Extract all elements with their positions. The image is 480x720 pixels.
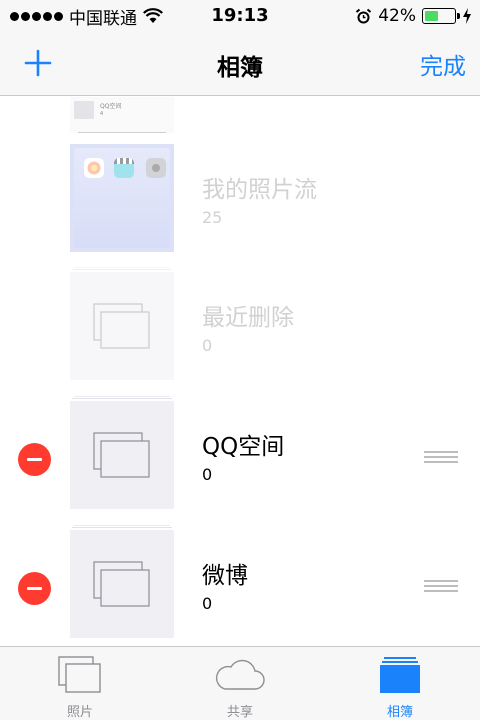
tab-shared[interactable]: 共享	[160, 647, 320, 720]
battery-icon	[422, 8, 460, 24]
albums-icon	[380, 657, 420, 693]
album-count: 0	[202, 336, 213, 355]
album-row-weibo[interactable]: 微博 0	[0, 525, 480, 640]
reorder-handle-icon[interactable]	[424, 580, 458, 594]
status-bar: 中国联通 19:13 42%	[0, 0, 480, 32]
videos-app-icon	[114, 158, 134, 178]
album-thumbnail	[70, 267, 174, 380]
navigation-bar: + 相簿 完成	[0, 32, 480, 96]
battery-fill	[425, 11, 439, 21]
tab-photos[interactable]: 照片	[0, 647, 160, 720]
album-row-partial[interactable]: QQ空间 4	[70, 97, 174, 133]
album-thumbnail	[70, 525, 174, 638]
page-title: 相簿	[217, 55, 263, 81]
alarm-icon	[356, 8, 372, 23]
album-row-photo-stream: 我的照片流 25	[0, 144, 480, 254]
status-right: 42%	[355, 6, 472, 26]
reorder-handle-icon[interactable]	[424, 451, 458, 465]
album-thumbnail	[70, 144, 174, 252]
camera-app-icon	[146, 158, 166, 178]
album-list: QQ空间 4 我的照片流 25 最近删除 0 QQ空间 0 微博 0	[0, 97, 480, 646]
album-name: QQ空间	[202, 434, 285, 460]
album-count: 0	[202, 465, 213, 484]
tab-label: 照片	[66, 705, 93, 720]
album-name: 最近删除	[202, 305, 294, 331]
album-name: QQ空间	[100, 103, 122, 110]
album-thumbnail	[74, 101, 94, 119]
album-name: 我的照片流	[202, 177, 317, 203]
album-count: 25	[202, 208, 223, 227]
battery-percent: 42%	[378, 6, 416, 26]
tab-albums[interactable]: 相簿	[320, 647, 480, 720]
charging-bolt-icon	[463, 8, 471, 24]
tab-bar: 照片 共享 相簿	[0, 646, 480, 720]
album-thumbnail	[70, 396, 174, 509]
tab-label: 共享	[226, 705, 253, 720]
album-placeholder-icon	[93, 303, 150, 349]
cloud-icon	[215, 659, 265, 690]
album-count: 0	[202, 594, 213, 613]
album-row-recently-deleted: 最近删除 0	[0, 267, 480, 382]
album-placeholder-icon	[93, 561, 150, 607]
photos-app-icon	[84, 158, 104, 178]
album-name: 微博	[202, 563, 248, 589]
photos-icon	[58, 656, 101, 693]
delete-album-button[interactable]	[18, 443, 51, 476]
album-count: 4	[100, 111, 104, 117]
tab-label: 相簿	[386, 705, 413, 720]
done-button[interactable]: 完成	[420, 47, 466, 81]
delete-album-button[interactable]	[18, 572, 51, 605]
album-row-qq[interactable]: QQ空间 0	[0, 396, 480, 511]
album-placeholder-icon	[93, 432, 150, 478]
